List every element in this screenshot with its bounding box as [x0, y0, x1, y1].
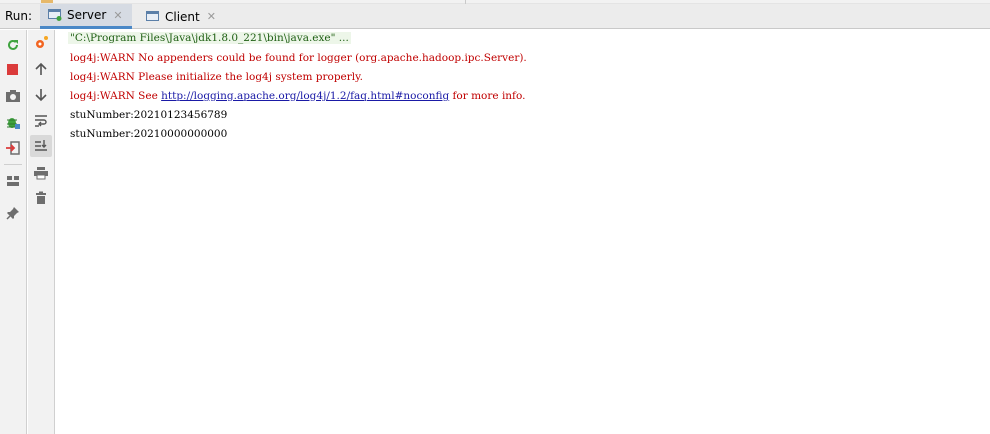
down-arrow-icon: [35, 89, 47, 102]
layout-button[interactable]: [2, 170, 24, 192]
dump-threads-button[interactable]: [2, 85, 24, 107]
run-tab-bar: Run: Server ✕ Client ✕: [0, 4, 990, 29]
pin-icon: [6, 207, 19, 220]
run-config-icon: [146, 10, 160, 23]
up-arrow-icon: [35, 62, 47, 75]
toolbar-separator: [4, 164, 22, 165]
camera-icon: [6, 90, 20, 102]
folder-icon-fragment: [41, 0, 53, 3]
scroll-to-end-button[interactable]: [30, 135, 52, 157]
rerun-icon: [8, 39, 18, 50]
layout-icon: [7, 176, 19, 186]
close-icon[interactable]: ✕: [113, 9, 122, 22]
clear-all-button[interactable]: [30, 187, 52, 209]
console-warn-prefix: log4j:WARN See: [70, 90, 162, 102]
console-output-line: stuNumber:20210000000000: [70, 128, 228, 140]
tab-server[interactable]: Server ✕: [40, 4, 132, 29]
close-icon[interactable]: ✕: [207, 10, 216, 23]
console-command-line[interactable]: "C:\Program Files\Java\jdk1.8.0_221\bin\…: [68, 32, 351, 44]
console-warn-line: log4j:WARN See http://logging.apache.org…: [70, 90, 525, 102]
up-button[interactable]: [30, 58, 52, 80]
debug-icon: [7, 118, 20, 129]
settings-button[interactable]: [30, 32, 52, 54]
tab-client[interactable]: Client ✕: [138, 4, 220, 29]
settings-icon: [36, 36, 48, 48]
stop-icon: [7, 64, 18, 75]
console-warn-line: log4j:WARN No appenders could be found f…: [70, 52, 527, 64]
console-output[interactable]: "C:\Program Files\Java\jdk1.8.0_221\bin\…: [56, 30, 990, 434]
soft-wrap-icon: [35, 115, 47, 127]
run-label: Run:: [5, 9, 33, 23]
soft-wrap-button[interactable]: [30, 110, 52, 132]
pin-button[interactable]: [2, 202, 24, 224]
exit-button[interactable]: [2, 137, 24, 159]
tab-server-label: Server: [67, 8, 107, 22]
debug-button[interactable]: [2, 111, 24, 133]
print-button[interactable]: [30, 162, 52, 184]
log4j-faq-link[interactable]: http://logging.apache.org/log4j/1.2/faq.…: [161, 90, 449, 102]
console-warn-line: log4j:WARN Please initialize the log4j s…: [70, 71, 364, 83]
exit-icon: [6, 141, 20, 155]
rerun-button[interactable]: [2, 34, 24, 56]
run-toolbar-primary: [0, 30, 27, 434]
tab-client-label: Client: [165, 9, 200, 24]
trash-icon: [36, 191, 46, 204]
console-warn-suffix: for more info.: [449, 90, 526, 102]
run-config-icon: [48, 9, 62, 21]
run-toolbar-secondary: [28, 30, 55, 434]
stop-button[interactable]: [2, 59, 24, 81]
scroll-to-end-icon: [35, 140, 47, 151]
down-button[interactable]: [30, 84, 52, 106]
print-icon: [34, 167, 48, 180]
console-output-line: stuNumber:20210123456789: [70, 109, 228, 121]
